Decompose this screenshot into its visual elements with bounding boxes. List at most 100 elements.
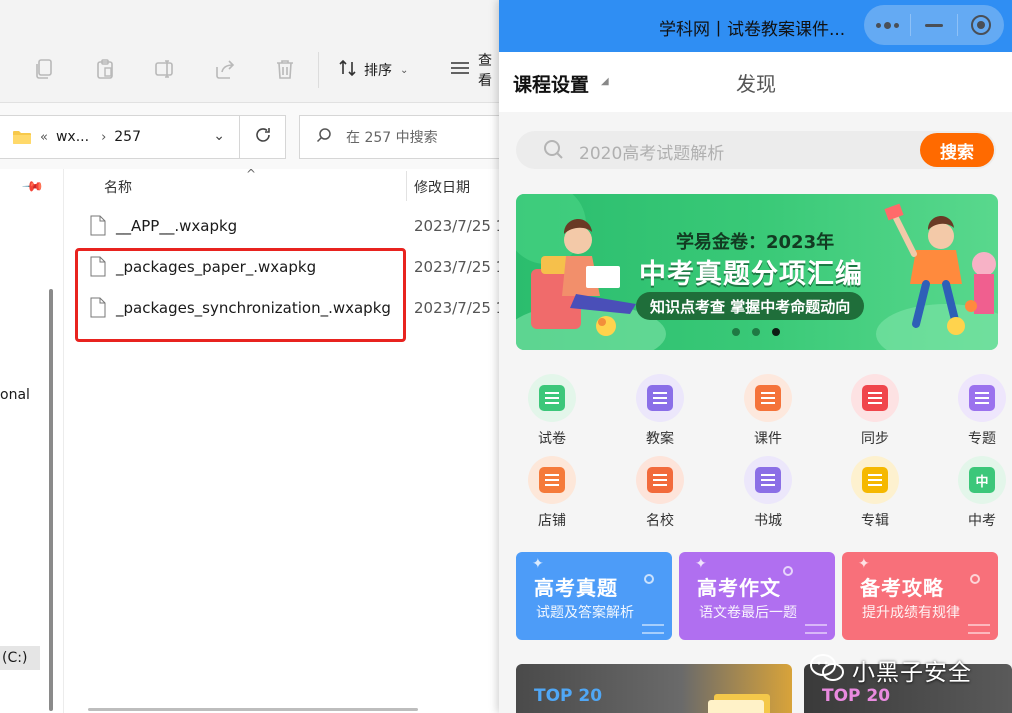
document-illustration (708, 694, 770, 713)
view-icon (450, 60, 470, 80)
grid-item-sync[interactable]: 同步 (840, 374, 910, 447)
address-dropdown-icon[interactable]: ⌄ (213, 128, 225, 144)
nav-item-partial[interactable]: onal (0, 387, 30, 403)
grid-item-courseware[interactable]: 课件 (733, 374, 803, 447)
sort-icon (338, 58, 358, 82)
shop-icon (528, 456, 576, 504)
card-exam-strategy[interactable]: 备考攻略 提升成绩有规律 ✦ (842, 552, 998, 640)
grid-glyph: 中 (969, 467, 995, 493)
grid-item-zhongkao[interactable]: 中中考 (947, 456, 1012, 529)
view-button[interactable]: 查看 (450, 53, 500, 89)
address-bar[interactable]: « wx... › 257 ⌄ (0, 115, 240, 159)
grid-item-label: 中考 (968, 513, 996, 529)
delete-icon[interactable] (274, 58, 296, 80)
grid-item-topic[interactable]: 专题 (947, 374, 1012, 447)
banner-subtitle: 学易金卷：2023年 (676, 232, 835, 253)
window-title: 学科网丨试卷教案课件... (659, 20, 846, 40)
nav-item-drive-c[interactable]: (C:) (0, 646, 40, 670)
refresh-button[interactable] (240, 115, 286, 159)
explorer-search-input[interactable]: 在 257 中搜索 (299, 115, 500, 159)
grid-item-label: 教案 (646, 431, 674, 447)
grid-item-label: 书城 (754, 513, 782, 529)
grid-glyph (539, 467, 565, 493)
miniprogram-search-input[interactable]: 2020高考试题解析 搜索 (516, 131, 996, 169)
lines-decoration (968, 624, 990, 634)
ring-decoration (970, 574, 980, 584)
column-name[interactable]: 名称 (104, 177, 132, 197)
breadcrumb-current[interactable]: 257 (114, 129, 141, 145)
address-overflow[interactable]: « (40, 130, 48, 145)
folder-icon (12, 129, 32, 145)
bookstore-icon (744, 456, 792, 504)
miniprogram-window: 学科网丨试卷教案课件... 课程设置 ◢ 发现 2020高考试题解析 搜索 学易… (499, 0, 1012, 713)
column-date[interactable]: 修改日期 (414, 177, 470, 197)
paper-icon (528, 374, 576, 422)
top20-card[interactable]: TOP 20 (516, 664, 792, 713)
rename-icon[interactable] (154, 58, 176, 80)
miniprogram-titlebar[interactable]: 学科网丨试卷教案课件... (499, 0, 1012, 52)
minimize-button[interactable] (911, 5, 957, 45)
carousel-dot-active[interactable] (772, 328, 780, 336)
wechat-icon (810, 654, 844, 686)
tab-discover[interactable]: 发现 (736, 68, 776, 97)
file-date: 2023/7/25 1 (414, 299, 506, 317)
grid-item-shop[interactable]: 店铺 (517, 456, 587, 529)
paste-icon[interactable] (94, 58, 116, 80)
grid-item-label: 店铺 (538, 513, 566, 529)
breadcrumb-separator: › (101, 129, 107, 145)
file-row[interactable]: __APP__.wxapkg 2023/7/25 1 (64, 207, 505, 247)
carousel-dot[interactable] (732, 328, 740, 336)
file-date: 2023/7/25 1 (414, 217, 506, 235)
sort-caret-icon: ^ (246, 167, 257, 181)
grid-glyph (755, 467, 781, 493)
card-gaokao-real[interactable]: 高考真题 试题及答案解析 ✦ (516, 552, 672, 640)
promo-banner[interactable]: 学易金卷：2023年 中考真题分项汇编 知识点考查 掌握中考命题动向 (516, 194, 998, 350)
card-gaokao-essay[interactable]: 高考作文 语文卷最后一题 ✦ (679, 552, 835, 640)
grid-item-paper[interactable]: 试卷 (517, 374, 587, 447)
grid-glyph (862, 467, 888, 493)
search-button[interactable]: 搜索 (920, 133, 994, 167)
share-icon[interactable] (214, 58, 236, 80)
miniprogram-header: 课程设置 ◢ 发现 (499, 52, 1012, 112)
carousel-dot[interactable] (752, 328, 760, 336)
search-placeholder: 在 257 中搜索 (346, 130, 438, 146)
grid-item-album[interactable]: 专辑 (840, 456, 910, 529)
card-subtitle: 试题及答案解析 (536, 605, 634, 621)
category-grid: 试卷 教案 课件 同步 专题 店铺 名校 书城 专辑 中中考 (499, 374, 1012, 534)
nav-scrollbar[interactable] (49, 289, 53, 711)
copy-icon[interactable] (34, 58, 56, 80)
sort-button[interactable]: 排序 ⌄ (338, 58, 408, 82)
watermark-text: 小黑子安全 (852, 660, 972, 686)
grid-item-lesson-plan[interactable]: 教案 (625, 374, 695, 447)
courseware-icon (744, 374, 792, 422)
grid-glyph (539, 385, 565, 411)
column-divider[interactable] (406, 171, 407, 201)
breadcrumb-segment[interactable]: wx... (56, 129, 89, 145)
grid-glyph (755, 385, 781, 411)
grid-glyph (647, 467, 673, 493)
banner-tagline: 知识点考查 掌握中考命题动向 (636, 292, 865, 320)
tab-course-settings[interactable]: 课程设置 (513, 70, 589, 97)
more-button[interactable] (864, 5, 910, 45)
caret-icon[interactable]: ◢ (601, 76, 609, 87)
explorer-toolbar: 排序 ⌄ 查看 (0, 0, 500, 103)
sort-label: 排序 (364, 63, 392, 79)
lesson-plan-icon (636, 374, 684, 422)
sparkle-icon: ✦ (858, 556, 870, 572)
column-header: ^ 名称 修改日期 (64, 167, 500, 203)
grid-item-school[interactable]: 名校 (625, 456, 695, 529)
ring-decoration (783, 566, 793, 576)
album-icon (851, 456, 899, 504)
lines-decoration (805, 624, 827, 634)
card-title: 高考真题 (534, 576, 618, 600)
refresh-icon (254, 125, 272, 149)
grid-item-label: 课件 (754, 431, 782, 447)
search-icon (316, 127, 332, 147)
close-button[interactable] (958, 5, 1004, 45)
carousel-indicators (732, 328, 780, 336)
grid-item-bookstore[interactable]: 书城 (733, 456, 803, 529)
file-icon (90, 215, 106, 236)
card-title: 高考作文 (697, 576, 781, 600)
horizontal-scrollbar[interactable] (88, 708, 418, 711)
chevron-down-icon: ⌄ (400, 64, 409, 76)
